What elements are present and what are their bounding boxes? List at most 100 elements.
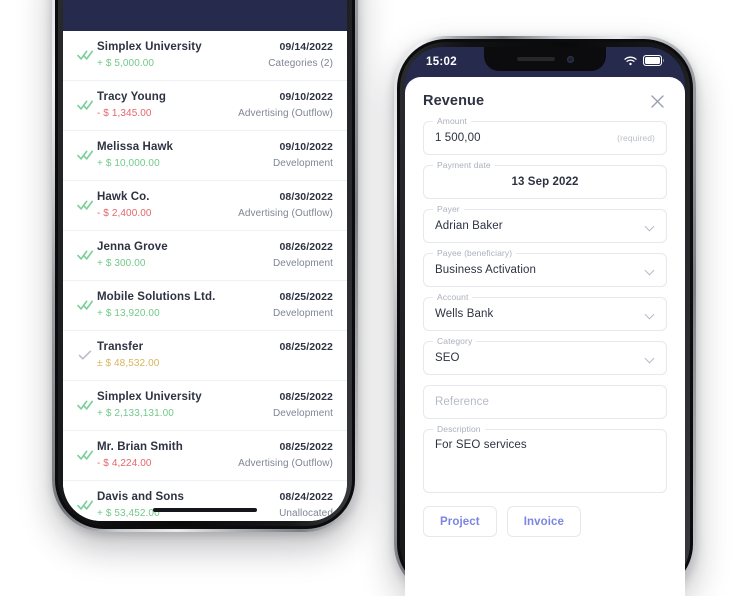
double-check-icon	[73, 449, 97, 462]
left-phone-screen: Simplex University + $ 5,000.00 09/14/2022…	[63, 0, 347, 521]
field-label: Payer	[433, 204, 464, 215]
table-row[interactable]: Mr. Brian Smith - $ 4,224.00 08/25/2022 Adv…	[63, 431, 347, 481]
transaction-category: Development	[272, 308, 333, 319]
transaction-name: Simplex University	[97, 41, 202, 53]
transaction-amount: - $ 1,345.00	[97, 108, 152, 119]
transaction-list[interactable]: Simplex University + $ 5,000.00 09/14/2022…	[63, 31, 347, 521]
field-label: Description	[433, 424, 485, 435]
field-payee-beneficiary[interactable]: Payee (beneficiary) Business Activation	[423, 248, 667, 287]
table-row[interactable]: Melissa Hawk + $ 10,000.00 09/10/2022 Devel…	[63, 131, 347, 181]
transaction-meta: 09/14/2022 Categories (2)	[268, 40, 333, 71]
transaction-date: 08/25/2022	[279, 441, 333, 453]
transaction-body: Melissa Hawk + $ 10,000.00 09/10/2022 Devel…	[97, 140, 333, 171]
transaction-amount: + $ 13,920.00	[97, 308, 160, 319]
transaction-meta: 08/24/2022 Unallocated	[279, 490, 333, 521]
transaction-body: Davis and Sons + $ 53,452.00 08/24/2022 Una…	[97, 490, 333, 521]
transaction-meta: 08/25/2022	[279, 340, 333, 355]
transaction-date: 08/30/2022	[279, 191, 333, 203]
transaction-date: 09/10/2022	[279, 91, 333, 103]
field-label: Payment date	[433, 160, 495, 171]
scene: Simplex University + $ 5,000.00 09/14/2022…	[0, 0, 746, 596]
field-account[interactable]: Account Wells Bank	[423, 292, 667, 331]
home-indicator	[153, 508, 257, 512]
chevron-down-icon[interactable]	[646, 266, 655, 275]
transaction-amount: + $ 5,000.00	[97, 58, 155, 69]
transaction-amount: + $ 300.00	[97, 258, 146, 269]
field-payment-date[interactable]: Payment date 13 Sep 2022	[423, 160, 667, 199]
transaction-category: Development	[272, 158, 333, 169]
notch	[484, 47, 606, 71]
status-icons	[624, 53, 665, 71]
transaction-amount: ± $ 48,532.00	[97, 358, 160, 369]
field-label: Amount	[433, 116, 471, 127]
transaction-date: 08/25/2022	[279, 341, 333, 353]
field-amount[interactable]: Amount 1 500,00 (required)	[423, 116, 667, 155]
double-check-icon	[73, 399, 97, 412]
chevron-down-icon[interactable]	[646, 354, 655, 363]
field-placeholder: Reference	[435, 396, 489, 408]
transaction-meta: 09/10/2022 Advertising (Outflow)	[238, 90, 333, 121]
double-check-icon	[73, 99, 97, 112]
double-check-icon	[73, 299, 97, 312]
earpiece-speaker	[516, 57, 555, 61]
field-category[interactable]: Category SEO	[423, 336, 667, 375]
transaction-name: Mr. Brian Smith	[97, 441, 183, 453]
transaction-name: Davis and Sons	[97, 491, 185, 503]
invoice-button[interactable]: Invoice	[506, 506, 582, 537]
single-check-icon	[73, 349, 97, 362]
transaction-body: Tracy Young - $ 1,345.00 09/10/2022 Adverti…	[97, 90, 333, 121]
transaction-body: Mr. Brian Smith - $ 4,224.00 08/25/2022 Adv…	[97, 440, 333, 471]
transaction-meta: 08/25/2022 Development	[273, 390, 333, 421]
right-status-bar: 15:02	[405, 47, 685, 77]
transaction-body: Jenna Grove + $ 300.00 08/26/2022 Developme…	[97, 240, 333, 271]
double-check-icon	[73, 149, 97, 162]
double-check-icon	[73, 49, 97, 62]
transaction-primary: Melissa Hawk + $ 10,000.00	[97, 140, 173, 171]
close-icon[interactable]	[647, 91, 667, 111]
table-row[interactable]: Transfer ± $ 48,532.00 08/25/2022	[63, 331, 347, 381]
field-reference[interactable]: Reference	[423, 385, 667, 419]
transaction-date: 09/14/2022	[279, 41, 333, 53]
project-button[interactable]: Project	[423, 506, 497, 537]
transaction-name: Melissa Hawk	[97, 141, 173, 153]
field-value: 13 Sep 2022	[511, 176, 579, 188]
field-value: 1 500,00	[435, 132, 481, 144]
table-row[interactable]: Tracy Young - $ 1,345.00 09/10/2022 Adverti…	[63, 81, 347, 131]
status-time: 15:02	[426, 56, 457, 68]
table-row[interactable]: Mobile Solutions Ltd. + $ 13,920.00 08/25/…	[63, 281, 347, 331]
field-label: Account	[433, 292, 473, 303]
transaction-name: Mobile Solutions Ltd.	[97, 291, 216, 303]
double-check-icon	[73, 499, 97, 512]
table-row[interactable]: Jenna Grove + $ 300.00 08/26/2022 Developme…	[63, 231, 347, 281]
transaction-date: 08/26/2022	[279, 241, 333, 253]
chevron-down-icon[interactable]	[646, 222, 655, 231]
sheet-header: Revenue	[423, 91, 667, 111]
transaction-primary: Hawk Co. - $ 2,400.00	[97, 190, 152, 221]
transaction-category: Advertising (Outflow)	[238, 208, 333, 219]
table-row[interactable]: Simplex University + $ 5,000.00 09/14/2022…	[63, 31, 347, 81]
transaction-amount: + $ 10,000.00	[97, 158, 160, 169]
field-value: Wells Bank	[435, 308, 494, 320]
transaction-primary: Tracy Young - $ 1,345.00	[97, 90, 166, 121]
action-button-row: Project Invoice	[423, 506, 667, 537]
transaction-date: 08/25/2022	[279, 291, 333, 303]
table-row[interactable]: Simplex University + $ 2,133,131.00 08/25/…	[63, 381, 347, 431]
field-description[interactable]: Description For SEO services	[423, 424, 667, 493]
transaction-amount: + $ 2,133,131.00	[97, 408, 174, 419]
transaction-name: Tracy Young	[97, 91, 167, 103]
transaction-primary: Transfer ± $ 48,532.00	[97, 340, 159, 371]
transaction-body: Simplex University + $ 2,133,131.00 08/25/…	[97, 390, 333, 421]
table-row[interactable]: Davis and Sons + $ 53,452.00 08/24/2022 Una…	[63, 481, 347, 521]
field-payer[interactable]: Payer Adrian Baker	[423, 204, 667, 243]
chevron-down-icon[interactable]	[646, 310, 655, 319]
table-row[interactable]: Hawk Co. - $ 2,400.00 08/30/2022 Advertisin…	[63, 181, 347, 231]
transaction-meta: 08/25/2022 Advertising (Outflow)	[238, 440, 333, 471]
right-phone-screen: 15:02 Revenue Amount 1 500,00 (required)…	[405, 47, 685, 596]
transaction-category: Development	[272, 408, 333, 419]
front-camera-icon	[566, 55, 574, 63]
transaction-category: Advertising (Outflow)	[238, 458, 333, 469]
transaction-name: Hawk Co.	[97, 191, 150, 203]
transaction-primary: Mr. Brian Smith - $ 4,224.00	[97, 440, 183, 471]
battery-icon	[643, 53, 665, 71]
transaction-body: Transfer ± $ 48,532.00 08/25/2022	[97, 340, 333, 371]
